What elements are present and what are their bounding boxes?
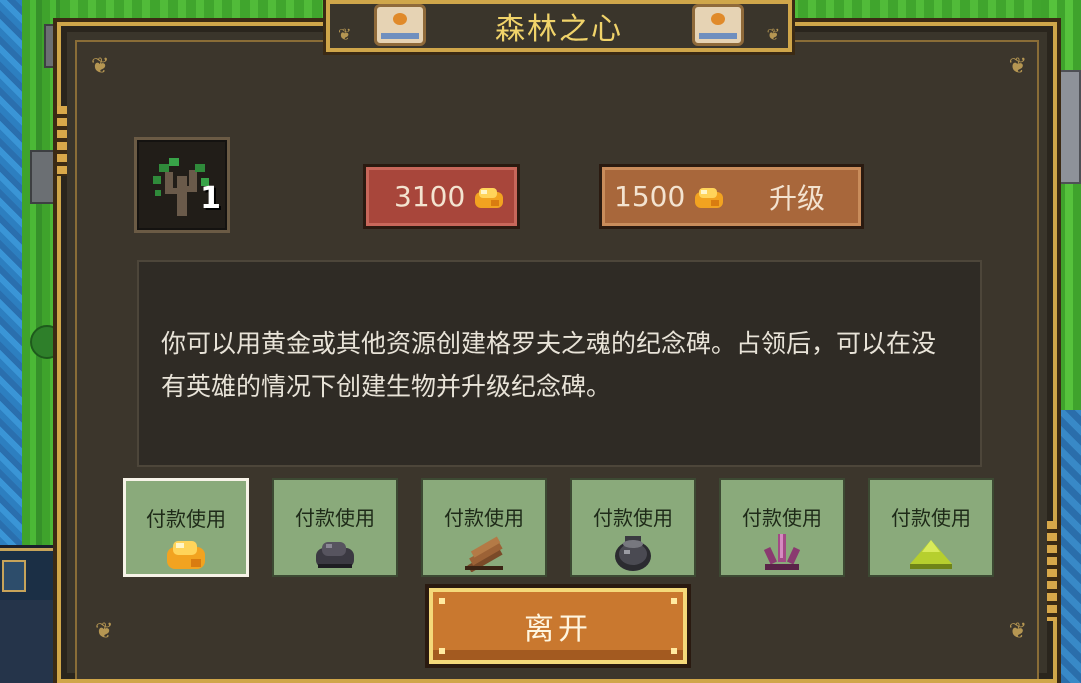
scroll-ornament-icon	[374, 4, 426, 46]
description-text: 你可以用黄金或其他资源创建格罗夫之魂的纪念碑。占领后，可以在没有英雄的情况下创建…	[161, 329, 937, 401]
rock-icon	[30, 150, 58, 204]
dialog-title: 森林之心	[495, 12, 623, 47]
sulfur-icon	[910, 540, 952, 569]
ore-icon	[316, 542, 354, 568]
pay-option-label: 付款使用	[444, 506, 524, 530]
scroll-ornament-icon	[692, 4, 744, 46]
pay-with-sulfur-option[interactable]: 付款使用	[868, 478, 994, 577]
mercury-icon	[615, 536, 651, 571]
leave-button[interactable]: 离开	[429, 588, 687, 664]
gold-icon	[475, 187, 504, 208]
corner-ornament-icon: ❦	[1008, 54, 1027, 79]
gold-icon	[167, 541, 205, 569]
gem-icon[interactable]	[2, 560, 26, 592]
pay-with-mercury-option[interactable]: 付款使用	[570, 478, 696, 577]
frame-decoration	[57, 106, 67, 176]
crystal-icon	[763, 534, 801, 570]
button-nail	[439, 598, 445, 604]
pay-with-ore-option[interactable]: 付款使用	[272, 478, 398, 577]
build-cost-button[interactable]: 3100	[363, 164, 520, 229]
corner-ornament-icon: ❦	[338, 25, 352, 44]
upgrade-button[interactable]: 1500 升级	[599, 164, 864, 229]
upgrade-cost-value: 1500	[614, 180, 686, 213]
leave-label: 离开	[524, 612, 592, 647]
building-level: 1	[200, 181, 221, 216]
pay-with-wood-option[interactable]: 付款使用	[421, 478, 547, 577]
frame-decoration	[1047, 521, 1057, 621]
gold-icon	[695, 187, 724, 208]
pay-option-label: 付款使用	[891, 506, 971, 530]
button-nail	[671, 648, 677, 654]
button-nail	[671, 598, 677, 604]
button-nail	[439, 648, 445, 654]
pay-option-label: 付款使用	[146, 507, 226, 531]
upgrade-label: 升级	[768, 181, 825, 215]
corner-ornament-icon: ❦	[95, 619, 114, 644]
description-panel: 你可以用黄金或其他资源创建格罗夫之魂的纪念碑。占领后，可以在没有英雄的情况下创建…	[137, 260, 982, 467]
wood-icon	[465, 536, 503, 572]
title-plate: 森林之心 ❦ ❦	[326, 0, 792, 52]
pay-option-label: 付款使用	[742, 506, 822, 530]
corner-ornament-icon: ❦	[766, 25, 780, 44]
pay-option-label: 付款使用	[593, 506, 673, 530]
corner-ornament-icon: ❦	[1008, 619, 1027, 644]
pay-option-label: 付款使用	[295, 506, 375, 530]
pay-with-crystal-option[interactable]: 付款使用	[719, 478, 845, 577]
build-cost-value: 3100	[394, 180, 466, 213]
pay-with-gold-option[interactable]: 付款使用	[123, 478, 249, 577]
corner-ornament-icon: ❦	[91, 54, 110, 79]
building-slot[interactable]: 1	[134, 137, 230, 233]
